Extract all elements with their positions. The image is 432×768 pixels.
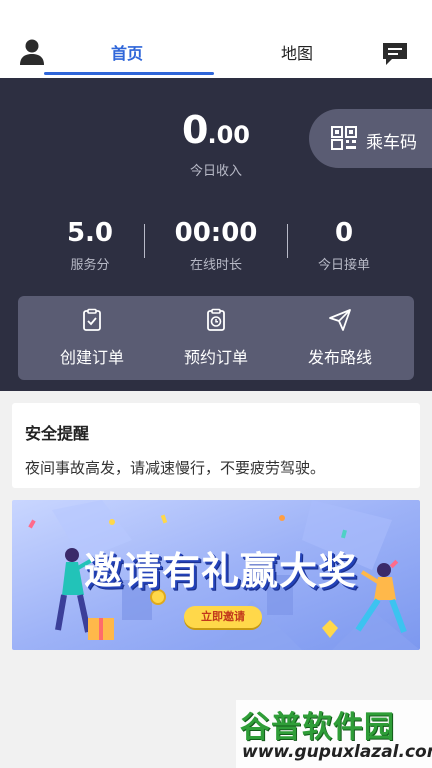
app-screen: 首页 地图 0.00 今日收入 乘车码 5.0 服务分 00:00 在线时长 0… bbox=[0, 0, 432, 768]
earnings-dashboard: 0.00 今日收入 乘车码 5.0 服务分 00:00 在线时长 0 今日接单 … bbox=[0, 78, 432, 391]
watermark-url: www.gupuxlazal.com bbox=[242, 742, 432, 762]
top-nav-bar: 首页 地图 bbox=[0, 0, 432, 78]
site-watermark: 谷普软件园 www.gupuxlazal.com bbox=[236, 700, 432, 768]
ride-code-label: 乘车码 bbox=[366, 133, 417, 153]
qr-code-icon bbox=[331, 126, 357, 150]
publish-route-button[interactable]: 发布路线 bbox=[274, 296, 406, 380]
invite-promo-banner[interactable]: 邀请有礼赢大奖 立即邀请 bbox=[12, 500, 420, 650]
publish-route-label: 发布路线 bbox=[307, 348, 372, 367]
quick-actions-panel: 创建订单 预约订单 发布路线 bbox=[18, 296, 414, 380]
safety-reminder-card: 安全提醒 夜间事故高发，请减速慢行，不要疲劳驾驶。 bbox=[12, 403, 420, 488]
active-tab-indicator bbox=[44, 72, 214, 75]
safety-title: 安全提醒 bbox=[25, 424, 90, 443]
clipboard-clock-icon bbox=[207, 308, 225, 331]
income-decimal: .00 bbox=[207, 121, 250, 149]
stat-value: 00:00 bbox=[174, 218, 258, 248]
reserved-orders-button[interactable]: 预约订单 bbox=[150, 296, 282, 380]
income-integer: 0 bbox=[182, 108, 208, 152]
banner-title: 邀请有礼赢大奖 bbox=[84, 549, 358, 593]
stat-today-orders: 0 今日接单 bbox=[274, 218, 414, 273]
invite-now-button[interactable]: 立即邀请 bbox=[184, 606, 262, 628]
ride-code-button[interactable]: 乘车码 bbox=[309, 109, 432, 168]
stat-value: 0 bbox=[334, 218, 354, 248]
user-icon[interactable] bbox=[16, 36, 48, 68]
stat-value: 5.0 bbox=[66, 218, 114, 248]
send-icon bbox=[329, 309, 351, 331]
stat-label: 服务分 bbox=[70, 258, 110, 273]
reserved-orders-label: 预约订单 bbox=[183, 348, 248, 367]
stat-divider bbox=[144, 224, 145, 258]
create-order-button[interactable]: 创建订单 bbox=[26, 296, 158, 380]
watermark-logo: 谷普软件园 bbox=[240, 710, 395, 745]
create-order-label: 创建订单 bbox=[59, 348, 124, 367]
tab-map[interactable]: 地图 bbox=[281, 40, 313, 64]
clipboard-check-icon bbox=[83, 308, 101, 331]
message-icon[interactable] bbox=[380, 40, 410, 68]
stat-service-score: 5.0 服务分 bbox=[20, 218, 160, 273]
safety-text: 夜间事故高发，请减速慢行，不要疲劳驾驶。 bbox=[25, 459, 326, 477]
stat-label: 在线时长 bbox=[189, 258, 242, 273]
stat-online-time: 00:00 在线时长 bbox=[146, 218, 286, 273]
stat-label: 今日接单 bbox=[317, 258, 370, 273]
stats-row: 5.0 服务分 00:00 在线时长 0 今日接单 bbox=[0, 218, 432, 278]
tab-home[interactable]: 首页 bbox=[111, 40, 143, 64]
